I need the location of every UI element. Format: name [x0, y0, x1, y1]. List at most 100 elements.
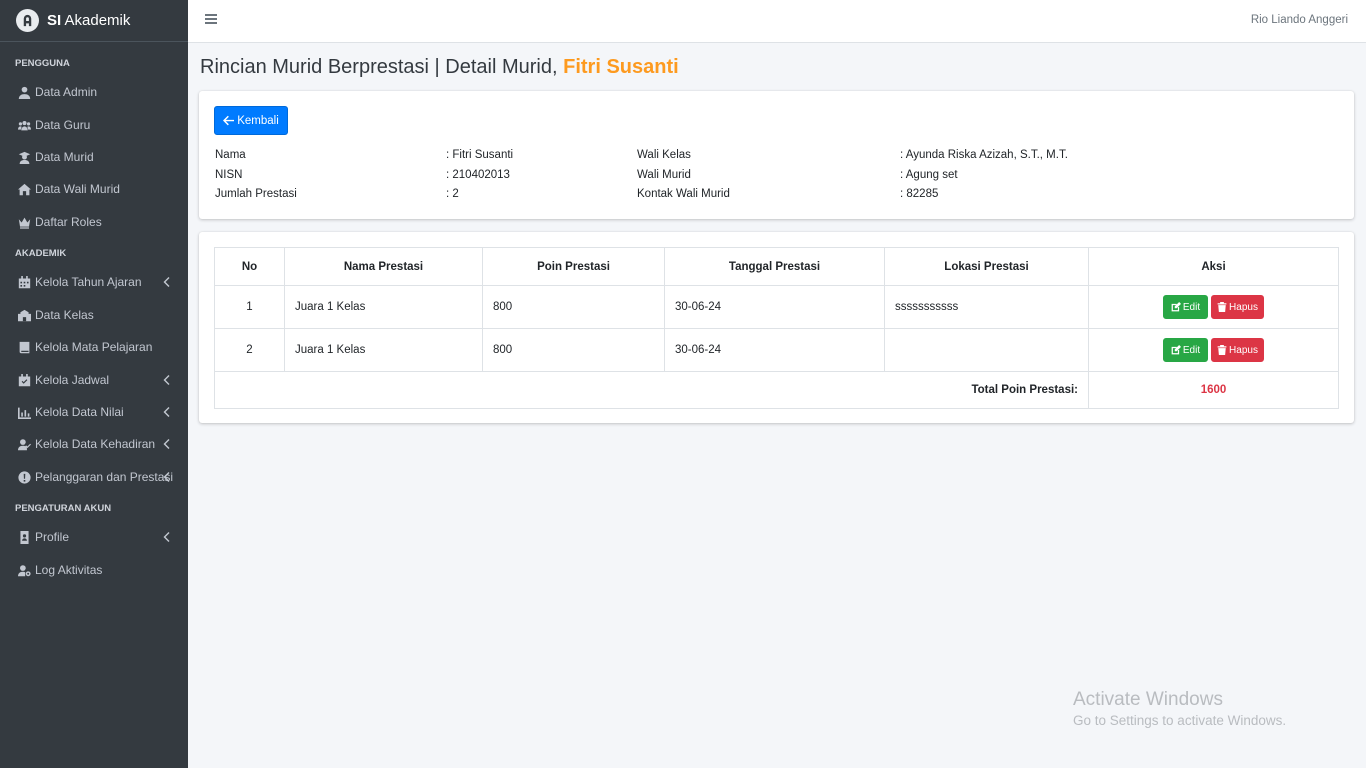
- info-label-kontak-wali-murid: Kontak Wali Murid: [637, 188, 730, 200]
- sidebar-item-kelola-mata-pelajaran[interactable]: Kelola Mata Pelajaran: [0, 334, 188, 360]
- sidebar-item-data-wali-murid[interactable]: Data Wali Murid: [0, 176, 188, 202]
- user-icon: [18, 86, 31, 99]
- sidebar-item-label: Data Kelas: [35, 308, 94, 322]
- sidebar-item-label: Kelola Mata Pelajaran: [35, 340, 153, 354]
- activate-windows-watermark: Activate Windows Go to Settings to activ…: [1073, 689, 1286, 728]
- calendar-check-icon: [18, 373, 31, 387]
- edit-button-label: Edit: [1182, 301, 1201, 313]
- edit-icon: [1171, 302, 1181, 312]
- delete-button-label: Hapus: [1229, 344, 1258, 356]
- sidebar-item-kelola-jadwal[interactable]: Kelola Jadwal: [0, 367, 188, 393]
- total-value: 1600: [1088, 371, 1339, 409]
- sidebar-item-label: Data Admin: [35, 85, 98, 99]
- sidebar-item-label: Kelola Jadwal: [35, 373, 110, 387]
- sidebar-item-kelola-tahun-ajaran[interactable]: Kelola Tahun Ajaran: [0, 269, 188, 295]
- edit-button-label: Edit: [1182, 344, 1201, 356]
- sidebar-item-data-guru[interactable]: Data Guru: [0, 112, 188, 138]
- sidebar-item-data-admin[interactable]: Data Admin: [0, 79, 188, 105]
- cell-nama-prestasi: Juara 1 Kelas: [284, 328, 483, 372]
- cell-poin: 800: [482, 328, 665, 372]
- back-button[interactable]: Kembali: [214, 106, 288, 135]
- graduate-icon: [18, 151, 31, 164]
- sidebar-item-label: Data Murid: [35, 150, 94, 164]
- chevron-left-icon: [162, 374, 170, 386]
- back-button-label: Kembali: [237, 114, 279, 127]
- menu-toggle-icon[interactable]: [205, 14, 217, 26]
- cell-no: 2: [214, 328, 285, 372]
- info-label-nisn: NISN: [215, 169, 243, 181]
- chart-icon: [18, 406, 31, 419]
- chevron-left-icon: [162, 531, 170, 543]
- table-row: 1 Juara 1 Kelas 800 30-06-24 sssssssssss…: [214, 285, 1339, 329]
- info-value-nisn: : 210402013: [446, 169, 510, 181]
- user-name[interactable]: Rio Liando Anggeri: [1251, 14, 1348, 26]
- column-header: Lokasi Prestasi: [884, 247, 1089, 286]
- watermark-title: Activate Windows: [1073, 689, 1223, 710]
- nav-header-pengguna: PENGGUNA: [15, 58, 70, 69]
- brand[interactable]: SI Akademik: [0, 0, 188, 42]
- sidebar-item-label: Profile: [35, 530, 70, 544]
- cell-aksi: Edit Hapus: [1088, 285, 1339, 329]
- sidebar-item-profile[interactable]: Profile: [0, 524, 188, 550]
- users-icon: [18, 119, 31, 132]
- sidebar-item-label: Data Wali Murid: [35, 182, 120, 196]
- achievements-table: No Nama Prestasi Poin Prestasi Tanggal P…: [214, 247, 1339, 409]
- home-icon: [18, 183, 31, 196]
- cell-poin: 800: [482, 285, 665, 329]
- delete-button[interactable]: Hapus: [1211, 295, 1264, 319]
- nav-header-akademik: AKADEMIK: [15, 248, 67, 259]
- sidebar: SI Akademik PENGGUNA Data Admin Data Gur…: [0, 0, 188, 768]
- sidebar-item-data-murid[interactable]: Data Murid: [0, 144, 188, 170]
- trash-icon: [1217, 302, 1227, 312]
- info-label-wali-kelas: Wali Kelas: [637, 149, 691, 161]
- cell-nama-prestasi: Juara 1 Kelas: [284, 285, 483, 329]
- table-header-row: No Nama Prestasi Poin Prestasi Tanggal P…: [214, 247, 1339, 286]
- sidebar-item-data-kelas[interactable]: Data Kelas: [0, 302, 188, 328]
- sidebar-item-label: Daftar Roles: [35, 215, 102, 229]
- sidebar-item-label: Kelola Data Nilai: [35, 405, 124, 419]
- column-header: Tanggal Prestasi: [664, 247, 885, 286]
- school-icon: [18, 309, 31, 322]
- cell-tanggal: 30-06-24: [664, 285, 885, 329]
- info-value-wali-murid: : Agung set: [900, 169, 958, 181]
- sidebar-item-label: Pelanggaran dan Prestasi: [35, 470, 174, 484]
- watermark-subtitle: Go to Settings to activate Windows.: [1073, 713, 1287, 728]
- info-value-jumlah-prestasi: : 2: [446, 188, 459, 200]
- info-label-wali-murid: Wali Murid: [637, 169, 691, 181]
- nav-header-pengaturan-akun: PENGATURAN AKUN: [15, 503, 112, 514]
- sidebar-item-label: Kelola Tahun Ajaran: [35, 275, 142, 289]
- edit-button[interactable]: Edit: [1163, 338, 1208, 362]
- chevron-left-icon: [162, 276, 170, 288]
- page-title: Rincian Murid Berprestasi | Detail Murid…: [200, 56, 679, 78]
- column-header: Poin Prestasi: [482, 247, 665, 286]
- student-info-card: Kembali Nama : Fitri Susanti NISN : 2104…: [199, 91, 1354, 219]
- top-navbar: Rio Liando Anggeri: [188, 0, 1366, 43]
- total-label: Total Poin Prestasi:: [214, 371, 1089, 409]
- chevron-left-icon: [162, 438, 170, 450]
- trash-icon: [1217, 345, 1227, 355]
- sidebar-item-log-aktivitas[interactable]: Log Aktivitas: [0, 557, 188, 583]
- info-label-nama: Nama: [215, 149, 246, 161]
- chevron-left-icon: [162, 471, 170, 483]
- sidebar-item-pelanggaran-dan-prestasi[interactable]: Pelanggaran dan Prestasi: [0, 464, 188, 490]
- total-row: Total Poin Prestasi: 1600: [214, 371, 1339, 409]
- table-row: 2 Juara 1 Kelas 800 30-06-24 Edit Hapus: [214, 328, 1339, 372]
- column-header: Aksi: [1088, 247, 1339, 286]
- brand-text: SI Akademik: [47, 12, 131, 29]
- calendar-icon: [18, 275, 31, 289]
- cell-tanggal: 30-06-24: [664, 328, 885, 372]
- column-header: Nama Prestasi: [284, 247, 483, 286]
- user-cog-icon: [18, 564, 31, 577]
- exclamation-icon: [18, 470, 31, 484]
- sidebar-item-label: Log Aktivitas: [35, 563, 103, 577]
- sidebar-item-kelola-data-nilai[interactable]: Kelola Data Nilai: [0, 399, 188, 425]
- cell-lokasi: [884, 328, 1089, 372]
- edit-button[interactable]: Edit: [1163, 295, 1208, 319]
- sidebar-item-daftar-roles[interactable]: Daftar Roles: [0, 209, 188, 235]
- delete-button[interactable]: Hapus: [1211, 338, 1264, 362]
- info-value-wali-kelas: : Ayunda Riska Azizah, S.T., M.T.: [900, 149, 1068, 161]
- chevron-left-icon: [162, 406, 170, 418]
- sidebar-item-kelola-data-kehadiran[interactable]: Kelola Data Kehadiran: [0, 431, 188, 457]
- column-header: No: [214, 247, 285, 286]
- sidebar-item-label: Data Guru: [35, 118, 91, 132]
